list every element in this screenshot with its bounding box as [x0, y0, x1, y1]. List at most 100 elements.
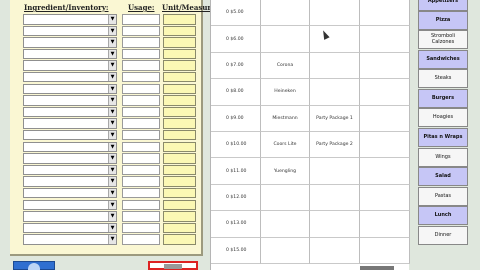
- unit-input[interactable]: [163, 141, 196, 153]
- grid-cell[interactable]: [310, 211, 360, 238]
- chevron-down-icon[interactable]: ▼: [108, 84, 116, 94]
- chevron-down-icon[interactable]: ▼: [108, 61, 116, 70]
- usage-input[interactable]: [122, 95, 160, 106]
- menu-button-lunch[interactable]: Lunch: [418, 206, 468, 225]
- grid-cell[interactable]: [310, 52, 360, 80]
- unit-input[interactable]: [163, 95, 196, 106]
- grid-cell[interactable]: Heineken: [261, 79, 310, 106]
- grid-cell[interactable]: [360, 132, 410, 159]
- grid-cell[interactable]: 0 $11.00: [211, 158, 261, 185]
- menu-button-sandwiches[interactable]: Sandwiches: [418, 50, 468, 69]
- chevron-down-icon[interactable]: ▼: [108, 72, 116, 82]
- unit-input[interactable]: [163, 118, 196, 129]
- scrollbar-thumb[interactable]: [360, 266, 394, 270]
- ingredient-dropdown[interactable]: ▼: [23, 37, 117, 48]
- ingredient-dropdown[interactable]: ▼: [23, 211, 117, 222]
- unit-input[interactable]: [163, 199, 196, 210]
- ingredient-dropdown[interactable]: ▼: [23, 14, 117, 25]
- ingredient-dropdown[interactable]: ▼: [23, 176, 117, 187]
- chevron-down-icon[interactable]: ▼: [108, 26, 116, 36]
- chevron-down-icon[interactable]: ▼: [108, 188, 116, 198]
- unit-input[interactable]: [163, 48, 196, 60]
- save-button[interactable]: [13, 261, 55, 270]
- menu-button-appetizers[interactable]: Appetizers: [418, 0, 468, 11]
- unit-input[interactable]: [163, 164, 196, 176]
- chevron-down-icon[interactable]: ▼: [108, 200, 116, 209]
- grid-cell[interactable]: 0 $13.00: [211, 211, 261, 238]
- menu-button-hoagies[interactable]: Hoagies: [418, 108, 468, 127]
- print-button[interactable]: [148, 261, 198, 270]
- unit-input[interactable]: [163, 234, 196, 245]
- usage-input[interactable]: [122, 187, 160, 199]
- unit-input[interactable]: [163, 153, 196, 164]
- usage-input[interactable]: [122, 141, 160, 153]
- grid-cell[interactable]: 0 $10.00: [211, 132, 261, 159]
- grid-cell[interactable]: [310, 237, 360, 264]
- usage-input[interactable]: [122, 37, 160, 48]
- grid-cell[interactable]: [360, 158, 410, 185]
- grid-cell[interactable]: [310, 184, 360, 212]
- unit-input[interactable]: [163, 129, 196, 141]
- grid-cell[interactable]: [360, 26, 410, 53]
- chevron-down-icon[interactable]: ▼: [108, 96, 116, 105]
- chevron-down-icon[interactable]: ▼: [108, 142, 116, 152]
- unit-input[interactable]: [163, 106, 196, 118]
- unit-input[interactable]: [163, 60, 196, 71]
- grid-cell[interactable]: [310, 79, 360, 106]
- grid-cell[interactable]: 0 $12.00: [211, 184, 261, 212]
- unit-input[interactable]: [163, 37, 196, 48]
- usage-input[interactable]: [122, 83, 160, 95]
- grid-cell[interactable]: [310, 158, 360, 185]
- chevron-down-icon[interactable]: ▼: [108, 154, 116, 163]
- usage-input[interactable]: [122, 71, 160, 83]
- chevron-down-icon[interactable]: ▼: [108, 212, 116, 221]
- grid-cell[interactable]: [360, 79, 410, 106]
- chevron-down-icon[interactable]: ▼: [108, 223, 116, 233]
- ingredient-dropdown[interactable]: ▼: [23, 234, 117, 245]
- chevron-down-icon[interactable]: ▼: [108, 165, 116, 175]
- menu-button-pitas-n-wraps[interactable]: Pitas n Wraps: [418, 128, 468, 147]
- grid-cell[interactable]: [360, 0, 410, 27]
- usage-input[interactable]: [122, 234, 160, 245]
- ingredient-dropdown[interactable]: ▼: [23, 187, 117, 199]
- grid-cell[interactable]: [360, 237, 410, 264]
- chevron-down-icon[interactable]: ▼: [108, 15, 116, 24]
- usage-input[interactable]: [122, 60, 160, 71]
- menu-button-steaks[interactable]: Steaks: [418, 69, 468, 88]
- usage-input[interactable]: [122, 106, 160, 118]
- menu-button-dinner[interactable]: Dinner: [418, 226, 468, 245]
- chevron-down-icon[interactable]: ▼: [108, 119, 116, 128]
- unit-input[interactable]: [163, 25, 196, 37]
- ingredient-dropdown[interactable]: ▼: [23, 141, 117, 153]
- ingredient-dropdown[interactable]: ▼: [23, 222, 117, 234]
- ingredient-dropdown[interactable]: ▼: [23, 48, 117, 60]
- grid-cell[interactable]: [261, 0, 310, 27]
- chevron-down-icon[interactable]: ▼: [108, 177, 116, 186]
- usage-input[interactable]: [122, 222, 160, 234]
- grid-cell[interactable]: Corona: [261, 52, 310, 80]
- grid-cell[interactable]: Party Package 2: [310, 132, 360, 159]
- menu-button-wings[interactable]: Wings: [418, 148, 468, 167]
- usage-input[interactable]: [122, 164, 160, 176]
- ingredient-dropdown[interactable]: ▼: [23, 106, 117, 118]
- ingredient-dropdown[interactable]: ▼: [23, 153, 117, 164]
- ingredient-dropdown[interactable]: ▼: [23, 118, 117, 129]
- usage-input[interactable]: [122, 118, 160, 129]
- chevron-down-icon[interactable]: ▼: [108, 130, 116, 140]
- unit-input[interactable]: [163, 71, 196, 83]
- grid-cell[interactable]: [261, 184, 310, 212]
- ingredient-dropdown[interactable]: ▼: [23, 199, 117, 210]
- menu-button-pastas[interactable]: Pastas: [418, 187, 468, 206]
- grid-cell[interactable]: 0 $9.00: [211, 105, 261, 132]
- chevron-down-icon[interactable]: ▼: [108, 107, 116, 117]
- usage-input[interactable]: [122, 211, 160, 222]
- grid-cell[interactable]: 0 $5.00: [211, 0, 261, 27]
- grid-cell[interactable]: Miestmann: [261, 105, 310, 132]
- grid-cell[interactable]: Yuengling: [261, 158, 310, 185]
- grid-cell[interactable]: 0 $15.00: [211, 237, 261, 264]
- chevron-down-icon[interactable]: ▼: [108, 49, 116, 59]
- grid-cell[interactable]: 0 $6.00: [211, 26, 261, 53]
- grid-cell[interactable]: [310, 0, 360, 27]
- menu-button-salad[interactable]: Salad: [418, 167, 468, 186]
- menu-button-burgers[interactable]: Burgers: [418, 89, 468, 108]
